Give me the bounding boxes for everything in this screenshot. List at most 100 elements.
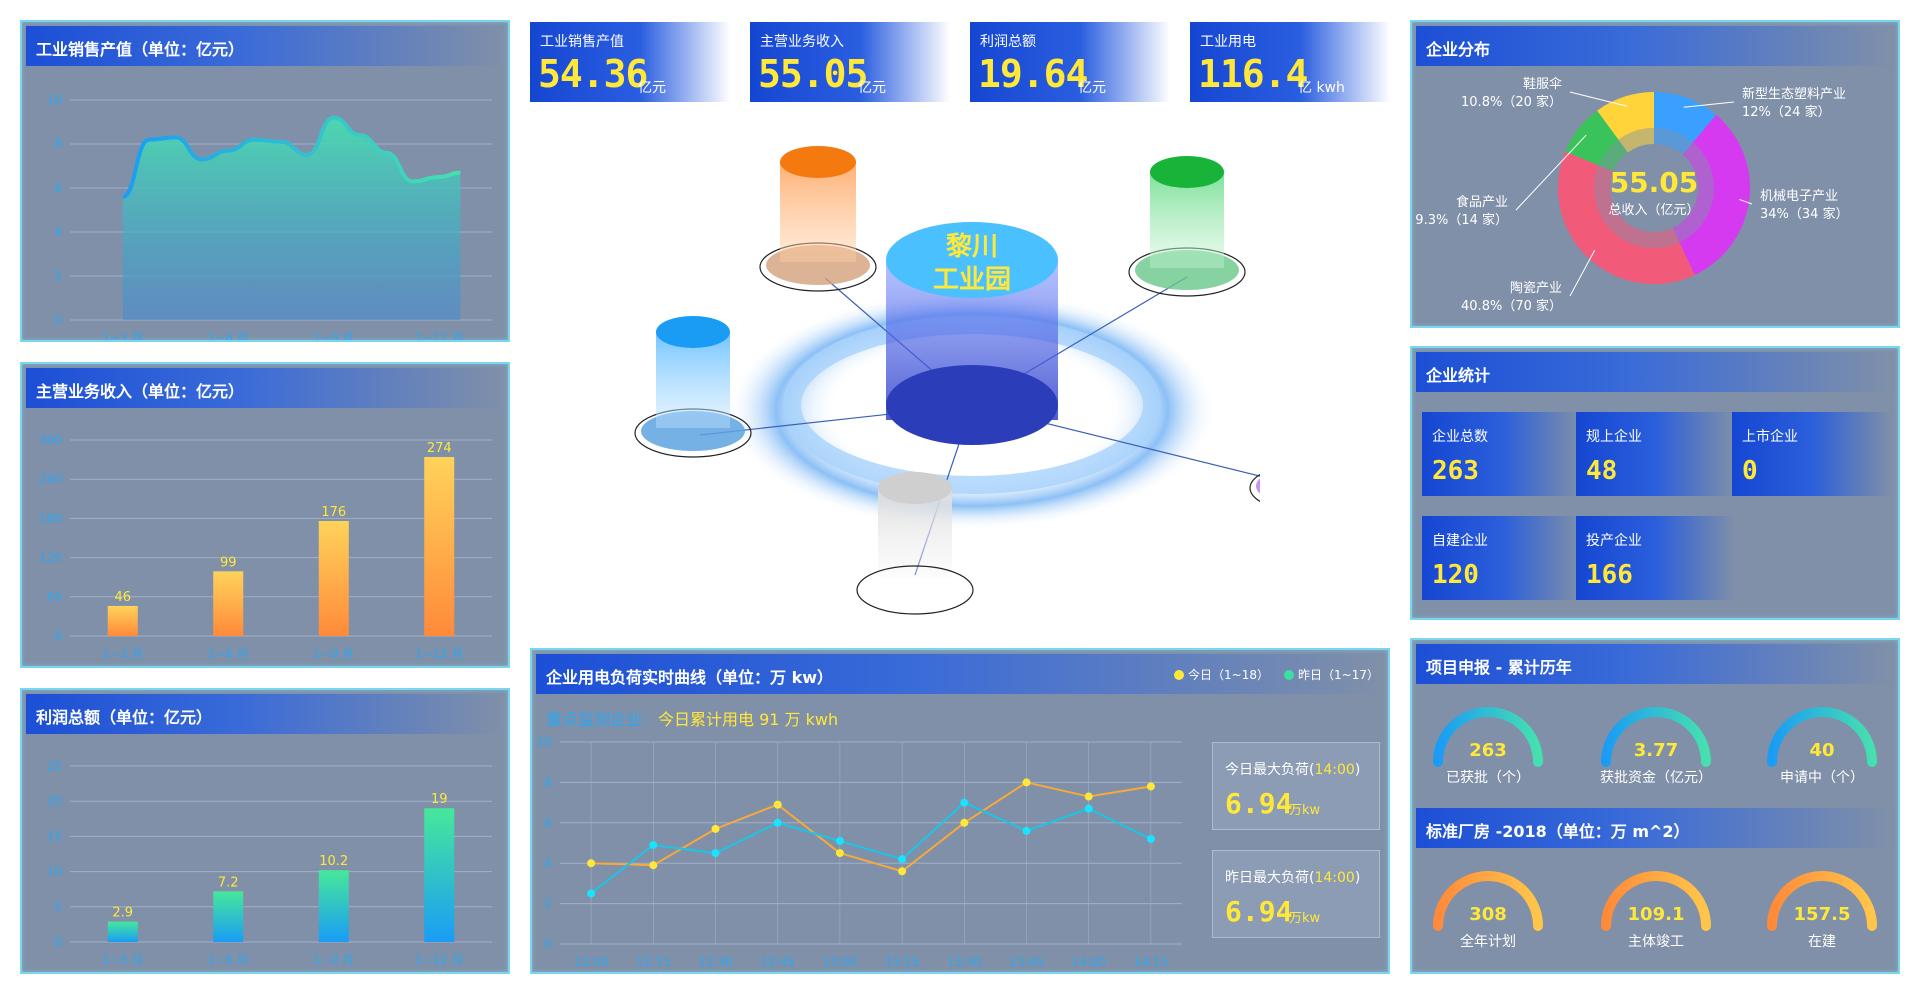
today-max-load: 今日最大负荷(14:00) 6.94 万kw bbox=[1212, 742, 1380, 830]
cylinder-orange bbox=[780, 146, 856, 178]
kpi-value: 116.4 bbox=[1198, 52, 1308, 96]
power-subtitle: 重点监测企业：今日累计用电 91 万 kwh bbox=[546, 706, 838, 730]
x-tick-label: 1~6 月 bbox=[208, 331, 249, 340]
panel-header: 主营业务收入（单位：亿元） bbox=[26, 368, 504, 408]
series-point bbox=[960, 798, 969, 807]
yesterday-max-suffix: ) bbox=[1354, 870, 1361, 886]
x-tick-label: 14:15 bbox=[1134, 955, 1169, 969]
y-tick-label: 8 bbox=[54, 137, 62, 151]
series-point bbox=[711, 849, 720, 858]
gauge-value: 157.5 bbox=[1794, 904, 1851, 925]
panel-profit: 利润总额（单位：亿元） 0 5 10 15 20 25 2.9 1~3 月 7.2 1~6 月 10… bbox=[20, 688, 510, 974]
y-tick-label: 8 bbox=[544, 775, 552, 789]
y-tick-label: 0 bbox=[54, 313, 62, 327]
series-point bbox=[773, 800, 782, 809]
x-tick-label: 1~9 月 bbox=[313, 953, 354, 967]
stat-total: 企业总数 263 bbox=[1422, 412, 1582, 496]
stat-value: 263 bbox=[1432, 456, 1479, 486]
y-tick-label: 60 bbox=[47, 590, 62, 604]
yesterday-max-time: 14:00 bbox=[1314, 870, 1355, 886]
series-point bbox=[1146, 834, 1155, 843]
yesterday-max-load: 昨日最大负荷(14:00) 6.94 万kw bbox=[1212, 850, 1380, 938]
gauge-value: 308 bbox=[1469, 904, 1507, 925]
kpi-unit: 亿元 bbox=[858, 80, 886, 96]
kpi-label: 主营业务收入 bbox=[760, 34, 844, 50]
y-tick-label: 180 bbox=[39, 511, 62, 525]
y-tick-label: 10 bbox=[537, 735, 552, 749]
y-tick-label: 120 bbox=[39, 551, 62, 565]
donut-center-label: 总收入（亿元） bbox=[1608, 203, 1699, 218]
bar bbox=[424, 808, 455, 942]
y-tick-label: 10 bbox=[47, 865, 62, 879]
bar bbox=[107, 605, 138, 636]
sales-area-chart: 0 2 4 6 8 10 1~3 月 1~6 月 1~9 月 1~12 月 bbox=[47, 93, 492, 340]
kpi-unit: 亿元 bbox=[1078, 80, 1106, 96]
pie-value-label: 40.8%（70 家） bbox=[1461, 298, 1562, 314]
series-point bbox=[835, 849, 844, 858]
stat-value: 48 bbox=[1586, 456, 1618, 486]
panel-title: 企业统计 bbox=[1426, 366, 1491, 385]
cylinder-cyan bbox=[656, 316, 730, 348]
y-tick-label: 20 bbox=[47, 794, 62, 808]
pie-category-label: 新型生态塑料产业 bbox=[1742, 86, 1846, 102]
kpi-revenue: 主营业务收入 55.05 亿元 bbox=[750, 22, 950, 102]
today-max-suffix: ) bbox=[1354, 762, 1361, 778]
panel-title: 主营业务收入（单位：亿元） bbox=[36, 382, 245, 401]
series-line bbox=[590, 801, 1152, 895]
bar bbox=[213, 571, 244, 636]
series-point bbox=[773, 818, 782, 827]
gauge-label: 全年计划 bbox=[1460, 933, 1516, 950]
y-tick-label: 0 bbox=[54, 935, 62, 949]
kpi-label: 工业销售产值 bbox=[540, 34, 624, 50]
kpi-unit: 亿 kwh bbox=[1298, 80, 1345, 96]
gauge-label: 申请中（个） bbox=[1780, 770, 1864, 786]
today-max-unit: 万kw bbox=[1289, 803, 1321, 818]
bar bbox=[213, 891, 244, 942]
today-max-label: 今日最大负荷( bbox=[1225, 762, 1315, 778]
bar-value-label: 2.9 bbox=[112, 906, 133, 921]
yesterday-max-label: 昨日最大负荷( bbox=[1225, 870, 1315, 886]
x-tick-label: 1~6 月 bbox=[208, 647, 249, 661]
stat-above-scale: 规上企业 48 bbox=[1576, 412, 1736, 496]
bar bbox=[107, 921, 138, 942]
subtitle-main: 今日累计用电 91 万 kwh bbox=[658, 710, 839, 729]
x-tick-label: 1~9 月 bbox=[313, 647, 354, 661]
kpi-value: 54.36 bbox=[538, 52, 648, 96]
x-tick-label: 1~3 月 bbox=[102, 953, 143, 967]
subtitle-prefix: 重点监测企业： bbox=[546, 710, 659, 729]
gauge-value: 3.77 bbox=[1634, 740, 1678, 761]
kpi-value: 55.05 bbox=[758, 52, 868, 96]
series-point bbox=[1084, 792, 1093, 801]
stat-value: 0 bbox=[1742, 456, 1758, 486]
gauge-value: 109.1 bbox=[1628, 904, 1685, 925]
stat-label: 自建企业 bbox=[1432, 533, 1488, 549]
kpi-label: 利润总额 bbox=[980, 34, 1036, 50]
y-tick-label: 300 bbox=[39, 433, 62, 447]
kpi-power: 工业用电 116.4 亿 kwh bbox=[1190, 22, 1390, 102]
x-tick-label: 1~12 月 bbox=[415, 953, 464, 967]
gauge-value: 263 bbox=[1469, 740, 1507, 761]
gauge-label: 已获批（个） bbox=[1446, 770, 1530, 786]
x-tick-label: 1~12 月 bbox=[415, 647, 464, 661]
series-point bbox=[1022, 826, 1031, 835]
factory-title: 标准厂房 -2018（单位：万 m^2） bbox=[1426, 822, 1690, 841]
series-point bbox=[587, 889, 596, 898]
panel-header: 企业分布 bbox=[1416, 26, 1894, 66]
series-point bbox=[898, 855, 907, 864]
x-tick-label: 13:00 bbox=[823, 955, 858, 969]
bar bbox=[424, 456, 455, 636]
stat-label: 投产企业 bbox=[1586, 533, 1642, 549]
today-max-time: 14:00 bbox=[1314, 762, 1355, 778]
pie-category-label: 鞋服伞 bbox=[1523, 76, 1562, 92]
gauge-label: 获批资金（亿元） bbox=[1600, 770, 1712, 786]
bar-value-label: 46 bbox=[114, 590, 131, 605]
stat-label: 规上企业 bbox=[1586, 429, 1642, 445]
panel-distribution: 企业分布 鞋服伞 10.8%（20 家） 新型生态塑料产业 12%（24 家） 机械电子… bbox=[1410, 20, 1900, 328]
x-tick-label: 12:15 bbox=[636, 955, 671, 969]
y-tick-label: 4 bbox=[544, 856, 552, 870]
donut-center-value: 55.05 bbox=[1610, 166, 1699, 199]
x-tick-label: 12:45 bbox=[760, 955, 795, 969]
bar-value-label: 99 bbox=[220, 555, 237, 570]
x-tick-label: 13:45 bbox=[1009, 955, 1044, 969]
legend-today: 今日（1~18） bbox=[1188, 668, 1269, 682]
